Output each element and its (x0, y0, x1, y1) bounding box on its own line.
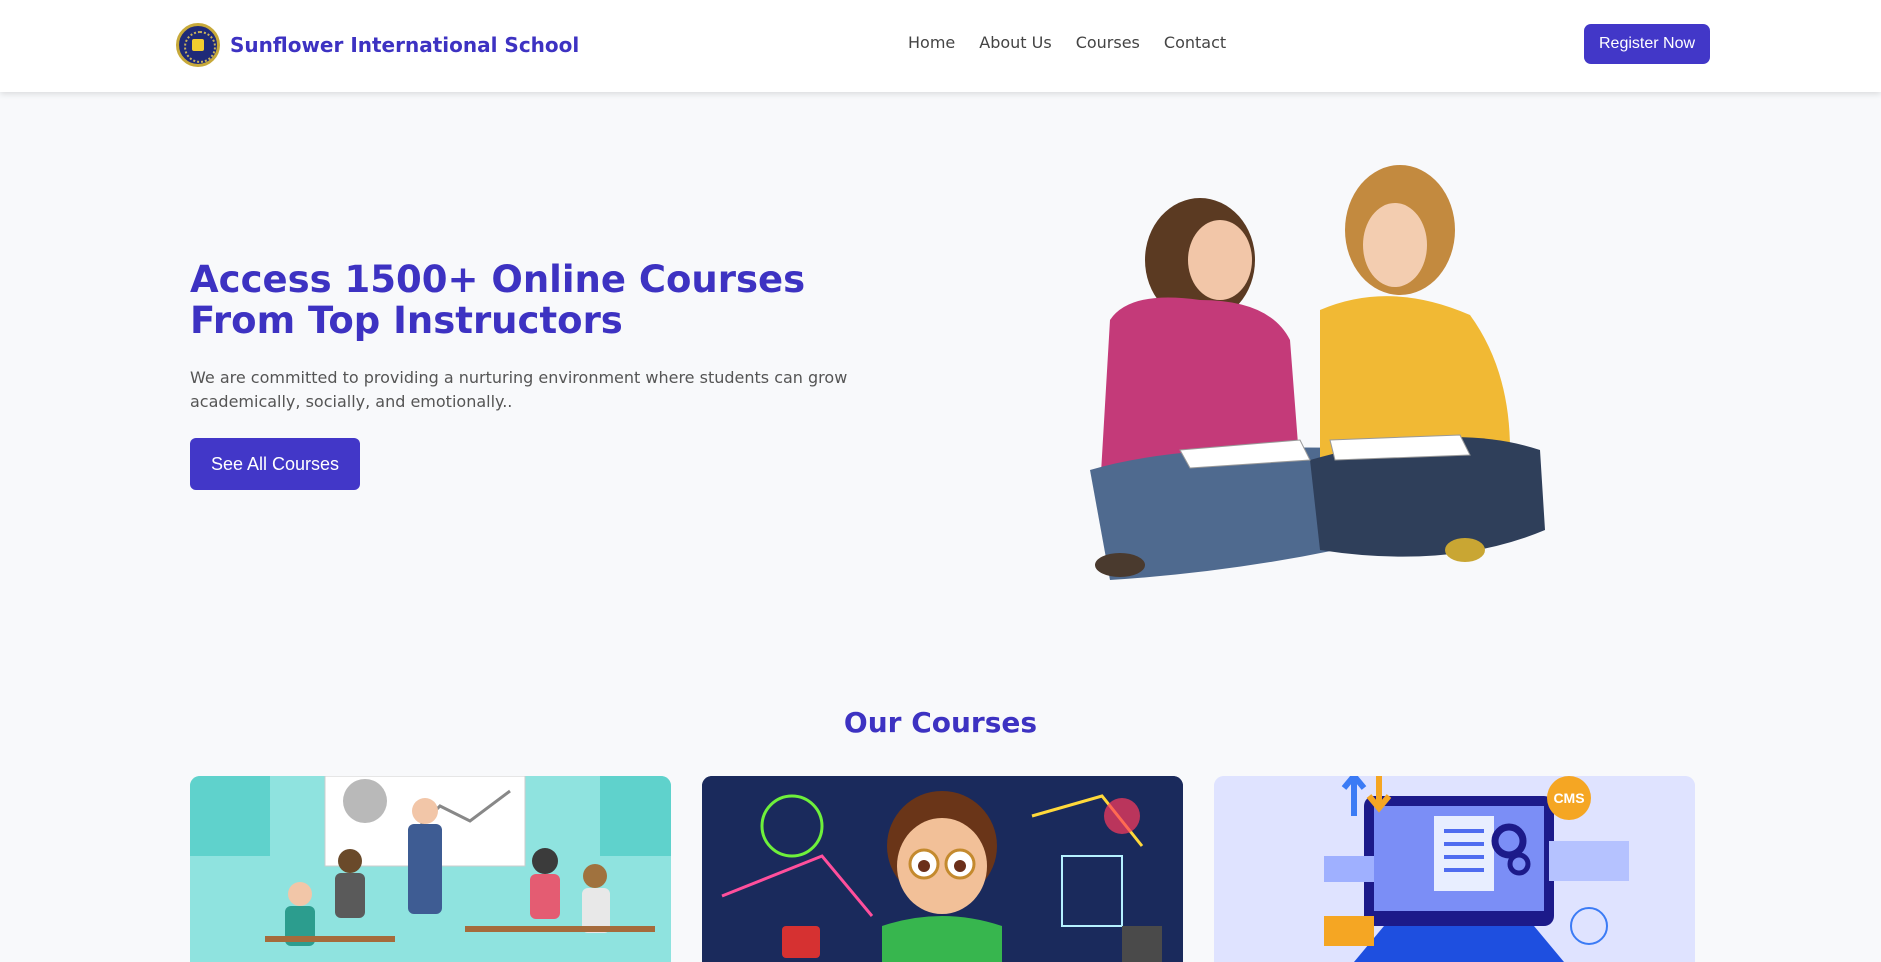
courses-section-title: Our Courses (843, 706, 1038, 739)
see-all-courses-button[interactable]: See All Courses (190, 438, 360, 490)
cms-badge: CMS (1553, 790, 1584, 806)
school-name: Sunflower International School (230, 33, 580, 57)
math-student-illustration (702, 776, 1183, 962)
course-card[interactable] (702, 776, 1183, 962)
main-nav: Home About Us Courses Contact (908, 33, 1250, 52)
register-button[interactable]: Register Now (1584, 24, 1710, 64)
meeting-illustration (190, 776, 671, 962)
school-logo (176, 23, 220, 67)
student-face (1188, 220, 1252, 300)
shoe (1445, 538, 1485, 562)
brand[interactable]: Sunflower International School (176, 23, 579, 67)
course-card[interactable] (190, 776, 671, 962)
hero-title: Access 1500+ Online Courses From Top Ins… (190, 258, 806, 342)
navbar: Sunflower International School Home Abou… (0, 0, 1881, 92)
hero-students-image (1090, 165, 1545, 580)
open-book (1329, 434, 1471, 461)
hero-description: We are committed to providing a nurturin… (190, 368, 848, 411)
nav-about-us[interactable]: About Us (979, 33, 1051, 52)
shoe (1095, 553, 1145, 577)
nav-contact[interactable]: Contact (1164, 33, 1226, 52)
nav-courses[interactable]: Courses (1076, 33, 1140, 52)
crest-icon (192, 39, 204, 51)
nav-home[interactable]: Home (908, 33, 955, 52)
student-face (1363, 203, 1427, 287)
cms-illustration: CMS (1214, 776, 1695, 962)
course-card[interactable]: CMS (1214, 776, 1695, 962)
